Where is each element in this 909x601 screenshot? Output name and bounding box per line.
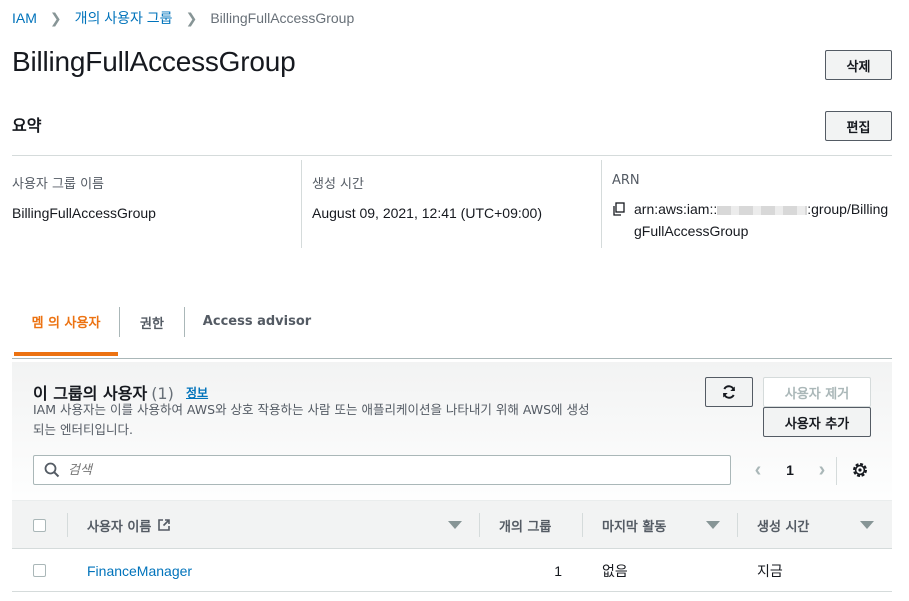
gear-icon[interactable] [851,461,869,479]
active-tab-indicator [14,352,118,356]
panel-description: IAM 사용자는 이를 사용하여 AWS와 상호 작용하는 사람 또는 애플리케… [33,402,590,437]
table-header: 사용자 이름 개의 그룹 마지막 활동 생성 시간 [12,500,892,549]
breadcrumb: IAM ❯ 개의 사용자 그룹 ❯ BillingFullAccessGroup [12,8,354,28]
column-header-last-activity[interactable]: 마지막 활동 [602,501,666,549]
cell-created: 지금 [757,562,783,579]
breadcrumb-user-groups-link[interactable]: 개의 사용자 그룹 [75,8,173,28]
current-page-number[interactable]: 1 [786,462,794,478]
cell-last-activity: 없음 [602,562,628,579]
summary-title: 요약 [12,116,42,135]
tab-access-advisor[interactable]: Access advisor [192,292,322,350]
next-page-icon[interactable]: › [814,459,830,482]
previous-page-icon[interactable]: ‹ [750,459,766,482]
search-box[interactable] [33,455,731,485]
created-label: 생성 시간 [312,177,364,192]
delete-button[interactable]: 삭제 [825,50,892,80]
arn-label: ARN [612,173,640,188]
pagination: ‹ 1 › [750,455,830,485]
table-row: FinanceManager 1 없음 지금 [12,549,892,592]
breadcrumb-iam-link[interactable]: IAM [12,10,37,26]
search-icon [44,462,60,478]
info-link[interactable]: 정보 [186,384,208,401]
column-divider [67,513,68,537]
column-divider [479,513,480,537]
page-title: BillingFullAccessGroup [12,46,296,77]
chevron-right-icon: ❯ [185,9,198,26]
group-name-label: 사용자 그룹 이름 [12,177,104,192]
redacted-account-id [717,205,808,215]
group-name-value: BillingFullAccessGroup [12,205,156,221]
column-header-created[interactable]: 생성 시간 [757,501,809,549]
copy-icon[interactable] [612,202,626,216]
tab-users[interactable]: 멤 의 사용자 [14,292,118,350]
column-header-groups[interactable]: 개의 그룹 [499,501,551,549]
external-link-icon [158,519,171,531]
breadcrumb-current: BillingFullAccessGroup [210,10,355,26]
refresh-icon [723,385,735,399]
summary-group-name: 사용자 그룹 이름 BillingFullAccessGroup [12,160,302,248]
summary-created: 생성 시간 August 09, 2021, 12:41 (UTC+09:00) [312,160,602,248]
column-header-user-name[interactable]: 사용자 이름 [87,501,171,549]
pager-divider [836,457,837,485]
tab-permissions[interactable]: 권한 [119,307,185,337]
column-divider [582,513,583,537]
created-value: August 09, 2021, 12:41 (UTC+09:00) [312,205,542,221]
summary-arn: ARN arn:aws:iam:::group/Billing gFullAcce… [612,160,892,248]
refresh-button[interactable] [705,377,753,407]
sort-caret-down-icon[interactable] [448,521,462,529]
users-panel: 이 그룹의 사용자 (1) 정보 IAM 사용자는 이를 사용하여 AWS와 상호… [12,362,892,594]
column-divider [737,513,738,537]
cell-user-name: FinanceManager [87,549,192,592]
chevron-right-icon: ❯ [49,9,62,26]
arn-value: arn:aws:iam:::group/Billing gFullAccessGr… [612,198,892,242]
remove-users-button[interactable]: 사용자 제거 [763,377,871,407]
row-checkbox[interactable] [33,564,46,577]
row-select-cell [33,549,46,592]
select-all-checkbox[interactable] [33,518,46,532]
user-name-link[interactable]: FinanceManager [87,563,192,579]
sort-caret-down-icon[interactable] [860,521,874,529]
tab-bar: 멤 의 사용자 권한 Access advisor [12,292,892,359]
sort-caret-down-icon[interactable] [706,521,720,529]
arn-text: arn:aws:iam:::group/Billing gFullAccessGr… [634,201,889,239]
edit-button[interactable]: 편집 [825,111,892,141]
cell-groups: 1 [554,562,562,579]
summary-divider [12,155,892,156]
search-input[interactable] [68,462,708,478]
add-users-button[interactable]: 사용자 추가 [763,407,871,437]
select-all-cell [33,501,46,549]
